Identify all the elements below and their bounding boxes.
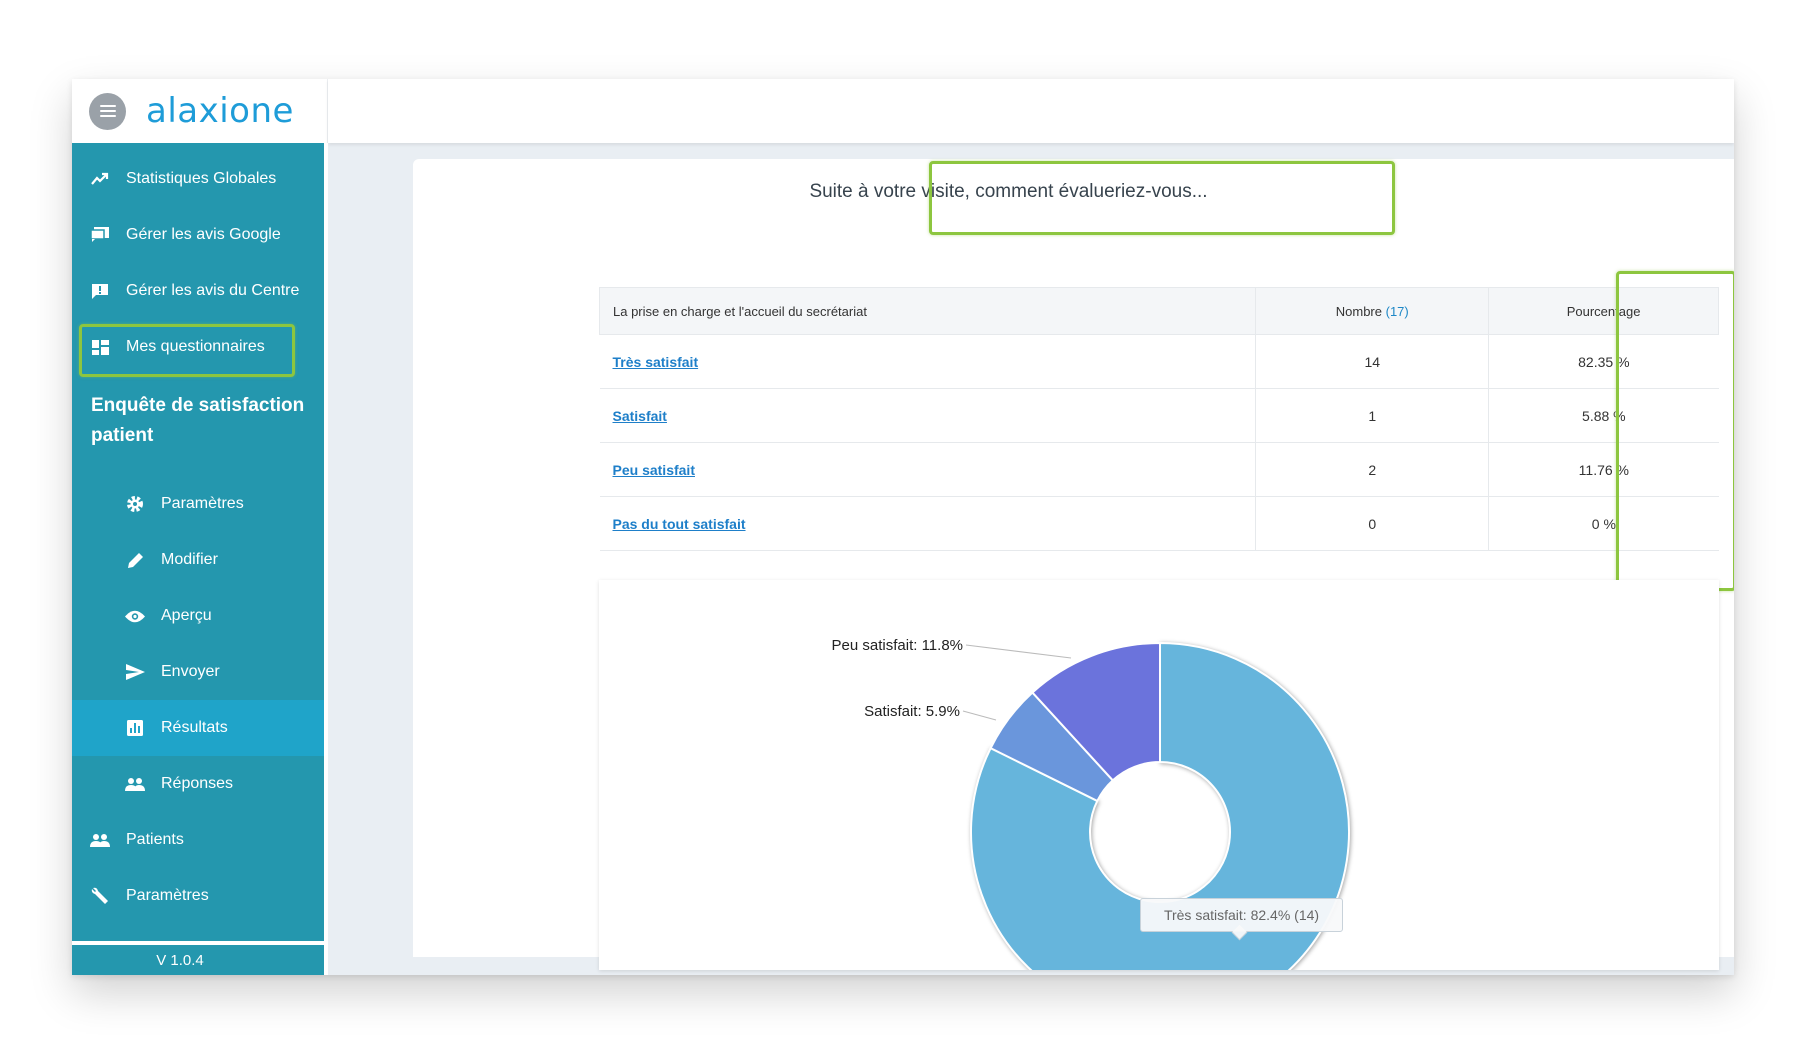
- feedback-icon: [90, 281, 110, 301]
- count-cell: 2: [1255, 442, 1489, 497]
- chat-icon: [90, 225, 110, 245]
- sidebar-item-label: Aperçu: [161, 607, 212, 624]
- highlight-mes-questionnaires: [79, 324, 295, 377]
- sidebar-item-label: Réponses: [161, 775, 234, 792]
- results-panel: Suite à votre visite, comment évalueriez…: [413, 159, 1734, 970]
- people-icon: [90, 830, 110, 850]
- answer-link-satisfait[interactable]: Satisfait: [613, 408, 667, 424]
- menu-toggle-button[interactable]: [89, 92, 126, 130]
- sidebar-item-label: Paramètres: [161, 495, 244, 512]
- sidebar-item-avis-google[interactable]: Gérer les avis Google: [72, 207, 324, 263]
- sidebar-subitem-modifier[interactable]: Modifier: [72, 532, 324, 588]
- answer-link-pas-du-tout-satisfait[interactable]: Pas du tout satisfait: [613, 516, 746, 532]
- header-count-label: Nombre: [1335, 303, 1382, 319]
- highlight-question-title: [929, 161, 1395, 235]
- table-row: Très satisfait 14 82.35 %: [599, 334, 1719, 389]
- wrench-icon: [90, 886, 110, 906]
- chart-label-satisfait: Satisfait: 5.9%: [864, 703, 960, 720]
- top-bar: [328, 79, 1734, 143]
- bar-chart-icon: [125, 718, 145, 738]
- brand-name: alaxione: [146, 91, 294, 131]
- app-window: alaxione Statistiques Globales Gérer les…: [72, 79, 1734, 975]
- eye-icon: [125, 606, 145, 626]
- sidebar-subitem-parametres[interactable]: Paramètres: [72, 476, 324, 532]
- people-icon: [125, 774, 145, 794]
- pencil-icon: [125, 550, 145, 570]
- gear-icon: [125, 494, 145, 514]
- sidebar-item-label: Résultats: [161, 719, 228, 736]
- count-cell: 1: [1255, 388, 1489, 443]
- table-row: Satisfait 1 5.88 %: [599, 388, 1719, 443]
- chart-tooltip: Très satisfait: 82.4% (14): [1140, 898, 1343, 932]
- table-row: Pas du tout satisfait 0 0 %: [599, 496, 1719, 551]
- results-table: La prise en charge et l'accueil du secré…: [598, 287, 1719, 551]
- header-count: Nombre (17): [1255, 287, 1490, 335]
- count-cell: 0: [1255, 496, 1489, 551]
- answer-link-peu-satisfait[interactable]: Peu satisfait: [613, 462, 695, 478]
- answer-link-tres-satisfait[interactable]: Très satisfait: [613, 354, 699, 370]
- sidebar-item-patients[interactable]: Patients: [72, 812, 324, 868]
- table-row: Peu satisfait 2 11.76 %: [599, 442, 1719, 497]
- count-cell: 14: [1255, 334, 1489, 389]
- hamburger-icon: [99, 105, 116, 117]
- sidebar-subitem-reponses[interactable]: Réponses: [72, 756, 324, 812]
- sidebar: Statistiques Globales Gérer les avis Goo…: [72, 143, 328, 975]
- donut-chart-card: Peu satisfait: 11.8% Satisfait: 5.9% Très…: [599, 580, 1719, 970]
- sidebar-subitem-envoyer[interactable]: Envoyer: [72, 644, 324, 700]
- table-header-row: La prise en charge et l'accueil du secré…: [598, 287, 1719, 335]
- send-icon: [125, 662, 145, 682]
- sidebar-item-label: Modifier: [161, 551, 218, 568]
- label-line-peu-satisfait: [965, 644, 1072, 659]
- sidebar-header: alaxione: [72, 79, 328, 143]
- trending-up-icon: [90, 169, 110, 189]
- sidebar-item-label: Gérer les avis Google: [126, 226, 281, 243]
- sidebar-item-label: Paramètres: [126, 887, 209, 904]
- highlight-percent-column: [1616, 271, 1734, 591]
- sidebar-subitem-resultats[interactable]: Résultats: [72, 700, 324, 756]
- sidebar-item-label: Patients: [126, 831, 184, 848]
- brand-logo[interactable]: alaxione: [146, 91, 294, 131]
- sidebar-item-statistiques-globales[interactable]: Statistiques Globales: [72, 151, 324, 207]
- label-line-satisfait: [962, 710, 997, 721]
- header-question: La prise en charge et l'accueil du secré…: [598, 287, 1257, 335]
- sidebar-item-avis-centre[interactable]: Gérer les avis du Centre: [72, 263, 324, 319]
- sidebar-item-label: Envoyer: [161, 663, 220, 680]
- sidebar-subitem-apercu[interactable]: Aperçu: [72, 588, 324, 644]
- sidebar-item-label: Gérer les avis du Centre: [126, 282, 300, 299]
- sidebar-item-label: Statistiques Globales: [126, 170, 277, 187]
- sidebar-item-parametres[interactable]: Paramètres: [72, 868, 324, 924]
- chart-label-peu-satisfait: Peu satisfait: 11.8%: [832, 637, 963, 654]
- header-count-total: (17): [1385, 303, 1409, 319]
- version-label: V 1.0.4: [72, 941, 324, 975]
- survey-section-title: Enquête de satisfaction patient: [91, 395, 305, 446]
